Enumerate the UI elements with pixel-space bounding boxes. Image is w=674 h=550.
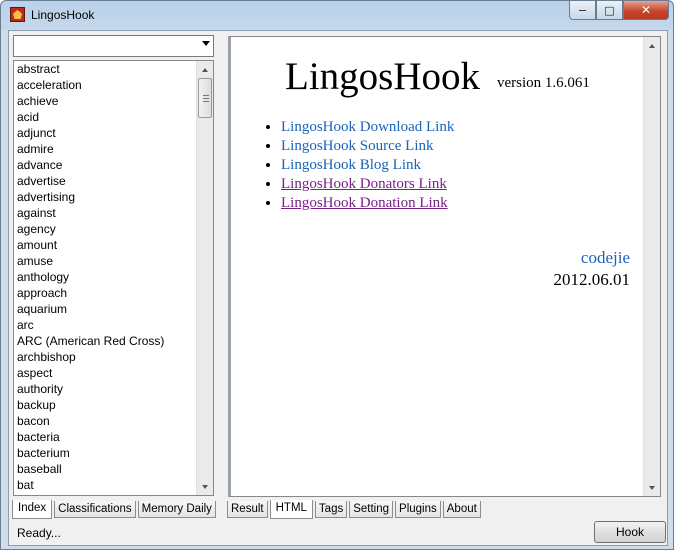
list-item[interactable]: achieve (17, 93, 213, 109)
list-item: LingosHook Download Link (281, 117, 454, 136)
list-item[interactable]: advance (17, 157, 213, 173)
scroll-up-arrow-icon[interactable] (644, 37, 660, 54)
tab-tags[interactable]: Tags (314, 501, 348, 518)
tab-html[interactable]: HTML (269, 500, 313, 519)
right-tab-strip: Result HTML Tags Setting Plugins About (227, 500, 483, 519)
tab-setting[interactable]: Setting (349, 501, 394, 518)
list-item[interactable]: authority (17, 381, 213, 397)
list-item[interactable]: agency (17, 221, 213, 237)
link-lingoshook-donation-link[interactable]: LingosHook Donation Link (281, 195, 448, 211)
close-button[interactable]: ✕ (623, 1, 669, 20)
list-item[interactable]: admire (17, 141, 213, 157)
list-item[interactable]: arc (17, 317, 213, 333)
word-list-items: abstract acceleration achieve acid adjunct ad… (14, 61, 213, 493)
scroll-up-arrow-icon[interactable] (197, 61, 213, 78)
list-item[interactable]: bacon (17, 413, 213, 429)
list-item[interactable]: archbishop (17, 349, 213, 365)
scroll-thumb[interactable] (198, 78, 212, 118)
author-link[interactable]: codejie (581, 248, 630, 268)
caption-buttons: − □ ✕ (569, 1, 669, 20)
list-item[interactable]: aquarium (17, 301, 213, 317)
list-item[interactable]: anthology (17, 269, 213, 285)
list-item[interactable]: acid (17, 109, 213, 125)
list-item[interactable]: ARC (American Red Cross) (17, 333, 213, 349)
about-content: LingosHook version 1.6.061 LingosHook Do… (231, 37, 644, 496)
status-text: Ready... (17, 526, 61, 540)
list-item[interactable]: bacterium (17, 445, 213, 461)
list-item: LingosHook Donation Link (281, 193, 454, 212)
window-title: LingosHook (31, 8, 95, 22)
release-date: 2012.06.01 (553, 270, 631, 289)
list-item: LingosHook Source Link (281, 136, 454, 155)
html-view-scrollbar[interactable] (643, 37, 660, 496)
list-item: LingosHook Blog Link (281, 155, 454, 174)
tab-classifications[interactable]: Classifications (54, 501, 136, 518)
link-lingoshook-source-link[interactable]: LingosHook Source Link (281, 138, 433, 154)
link-lingoshook-blog-link[interactable]: LingosHook Blog Link (281, 157, 421, 173)
about-heading: LingosHook (285, 55, 480, 98)
scroll-down-arrow-icon[interactable] (197, 478, 213, 495)
link-lingoshook-donators-link[interactable]: LingosHook Donators Link (281, 176, 447, 192)
list-item[interactable]: amuse (17, 253, 213, 269)
list-item[interactable]: backup (17, 397, 213, 413)
tab-plugins[interactable]: Plugins (395, 501, 441, 518)
html-view: LingosHook version 1.6.061 LingosHook Do… (228, 36, 661, 497)
maximize-button[interactable]: □ (596, 1, 623, 20)
list-item[interactable]: abstract (17, 61, 213, 77)
word-list-scrollbar[interactable] (196, 61, 213, 495)
title-bar[interactable]: LingosHook − □ ✕ (1, 1, 673, 30)
list-item[interactable]: advertising (17, 189, 213, 205)
minimize-button[interactable]: − (569, 1, 596, 20)
list-item[interactable]: baseball (17, 461, 213, 477)
scroll-down-arrow-icon[interactable] (644, 479, 660, 496)
list-item[interactable]: bat (17, 477, 213, 493)
client-area: abstract acceleration achieve acid adjunct ad… (8, 30, 668, 546)
list-item[interactable]: bacteria (17, 429, 213, 445)
app-icon[interactable] (10, 7, 25, 22)
version-text: version 1.6.061 (497, 75, 590, 91)
tab-about[interactable]: About (442, 501, 481, 518)
tab-index[interactable]: Index (12, 500, 53, 519)
tab-result[interactable]: Result (227, 501, 268, 518)
list-item[interactable]: advertise (17, 173, 213, 189)
link-list: LingosHook Download Link LingosHook Sourc… (261, 117, 454, 212)
app-window: LingosHook − □ ✕ abstract acceleration ach… (0, 0, 674, 550)
left-tab-strip: Index Classifications Memory Daily (12, 500, 218, 519)
word-search-combo[interactable] (13, 35, 214, 57)
chevron-down-icon[interactable] (202, 41, 210, 46)
list-item[interactable]: approach (17, 285, 213, 301)
hook-button[interactable]: Hook (594, 521, 666, 543)
list-item: LingosHook Donators Link (281, 174, 454, 193)
list-item[interactable]: amount (17, 237, 213, 253)
list-item[interactable]: aspect (17, 365, 213, 381)
list-item[interactable]: adjunct (17, 125, 213, 141)
list-item[interactable]: against (17, 205, 213, 221)
link-lingoshook-download-link[interactable]: LingosHook Download Link (281, 119, 454, 135)
list-item[interactable]: acceleration (17, 77, 213, 93)
word-list[interactable]: abstract acceleration achieve acid adjunct ad… (13, 60, 214, 496)
tab-memory-daily[interactable]: Memory Daily (137, 501, 216, 518)
